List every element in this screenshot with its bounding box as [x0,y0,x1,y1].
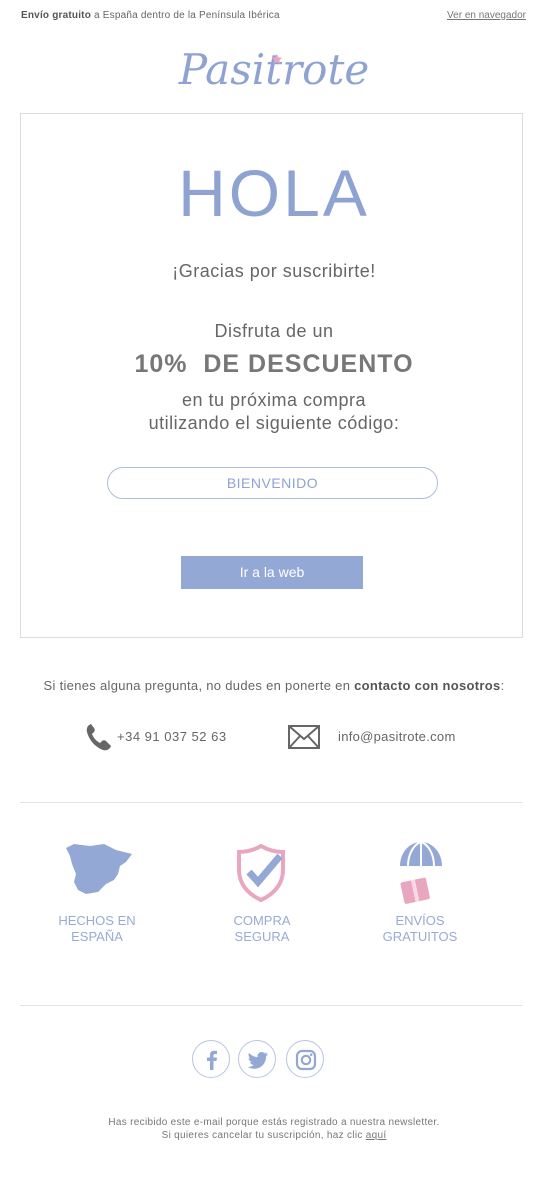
shipping-notice-text: a España dentro de la Península Ibérica [91,10,280,21]
feature-label-line1: HECHOS EN [58,913,136,928]
parachute-box-icon [396,840,446,911]
facebook-icon [207,1050,217,1070]
contact-question-end: : [500,678,505,693]
next-purchase-text: en tu próxima compra [181,390,367,410]
envelope-icon [288,725,320,754]
twitter-icon [247,1052,268,1069]
feature-label-line2: SEGURA [234,929,290,944]
feature-label-line2: ESPAÑA [71,929,123,944]
feature-free-shipping: ENVÍOS GRATUITOS [350,913,490,945]
phone-icon [85,722,113,757]
newsletter-notice: Has recibido este e-mail porque estás re… [108,1117,440,1128]
contact-us-link[interactable]: contacto con nosotros [354,678,500,693]
unsubscribe-text: Si quieres cancelar tu suscripción, haz … [161,1130,366,1141]
using-code-text: utilizando el siguiente código: [148,413,400,433]
shield-check-icon [236,843,286,907]
go-to-website-button[interactable]: Ir a la web [181,556,363,589]
contact-question-text: Si tienes alguna pregunta, no dudes en p… [43,678,355,693]
feature-label-line1: ENVÍOS [395,913,445,928]
spain-map-icon [60,840,135,903]
feature-label-line1: COMPRA [233,913,291,928]
divider [20,1005,523,1006]
feature-secure-purchase: COMPRA SEGURA [192,913,332,945]
contact-question: Si tienes alguna pregunta, no dudes en p… [0,678,548,693]
shipping-notice: Envío gratuito a España dentro de la Pen… [21,10,280,21]
feature-made-in-spain: HECHOS EN ESPAÑA [27,913,167,945]
logo-text: Pasitrote [178,45,369,94]
thanks-text: ¡Gracias por suscribirte! [172,261,376,281]
twitter-button[interactable] [238,1040,276,1078]
divider [20,802,523,803]
unsubscribe-notice: Si quieres cancelar tu suscripción, haz … [0,1130,548,1141]
discount-code-box[interactable]: BIENVENIDO [107,467,438,499]
discount-headline: 10% DE DESCUENTO [134,350,414,378]
view-in-browser-link[interactable]: Ver en navegador [447,10,526,21]
facebook-button[interactable] [192,1040,230,1078]
logo-wordmark: Pasitrote [178,45,369,94]
unsubscribe-link[interactable]: aquí [366,1130,387,1141]
feature-label-line2: GRATUITOS [382,929,458,944]
shipping-notice-bold: Envío gratuito [21,10,92,21]
greeting-title: HOLA [178,156,370,230]
enjoy-text: Disfruta de un [214,321,334,341]
instagram-icon [295,1049,317,1071]
email-address[interactable]: info@pasitrote.com [338,729,456,744]
brand-logo[interactable]: Pasitrote [0,38,548,103]
phone-number[interactable]: +34 91 037 52 63 [117,729,227,744]
instagram-button[interactable] [286,1040,324,1078]
